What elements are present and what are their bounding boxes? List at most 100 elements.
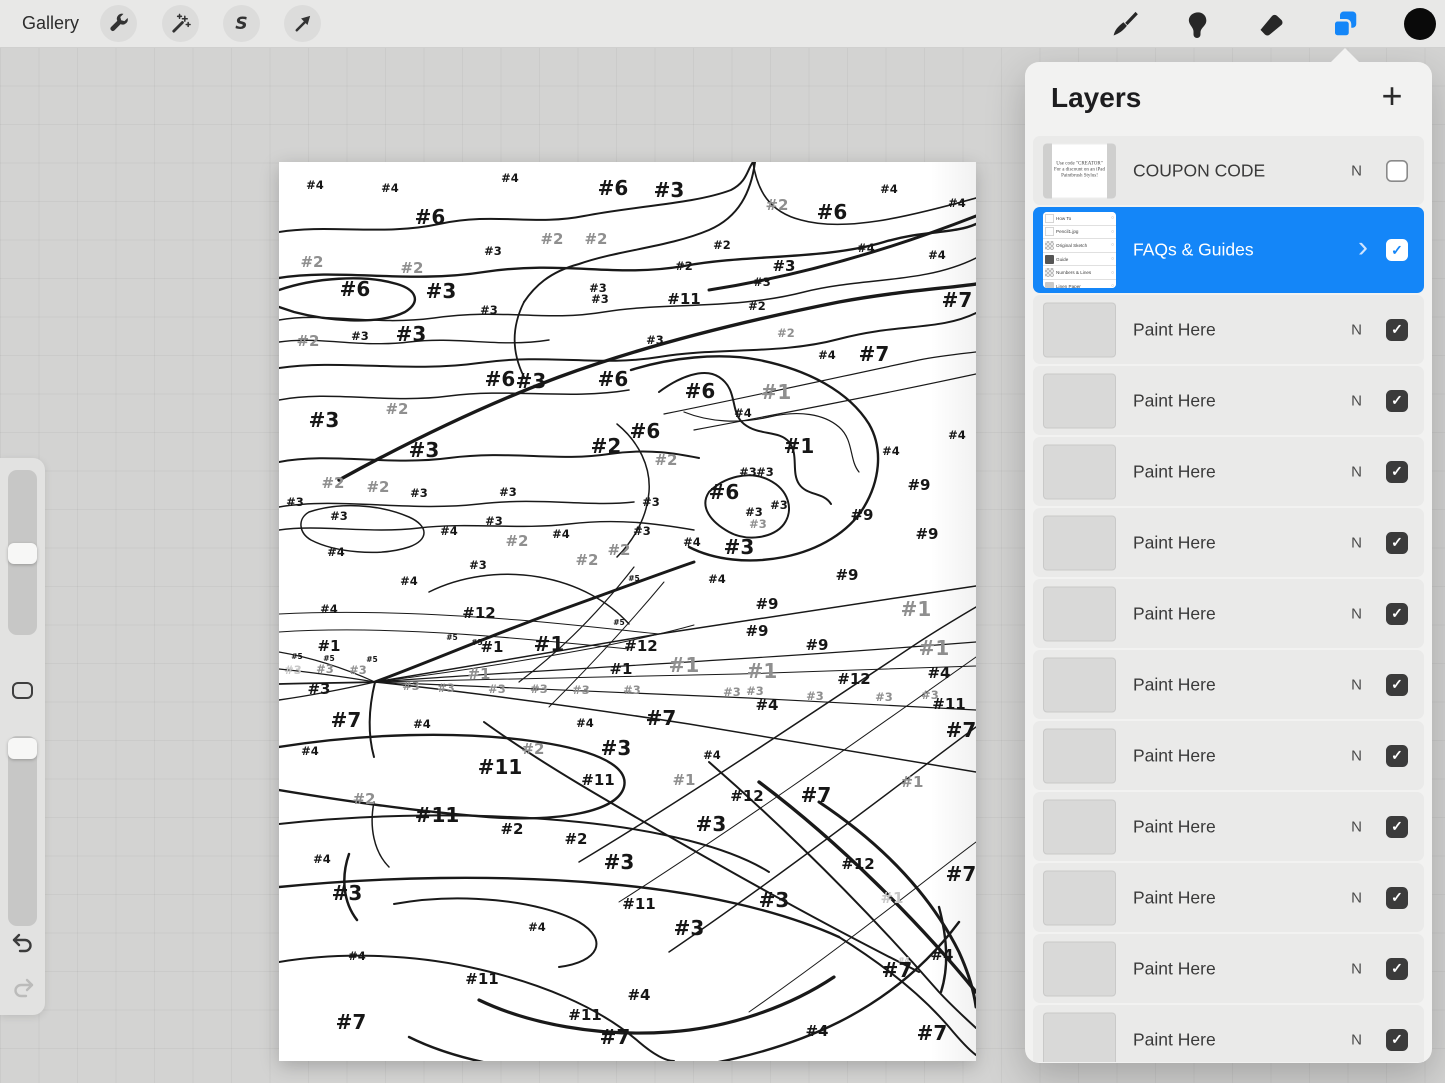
svg-text:#1: #1	[784, 434, 815, 458]
svg-text:#1: #1	[747, 659, 778, 683]
layer-visibility-checkbox[interactable]: ✓	[1386, 887, 1408, 909]
layer-row[interactable]: Paint Here N › ✓	[1033, 863, 1424, 932]
layer-name: Paint Here	[1133, 319, 1216, 340]
blend-mode-button[interactable]: N	[1347, 603, 1366, 624]
blend-mode-button[interactable]: N	[1347, 160, 1366, 181]
blend-mode-button[interactable]: N	[1347, 461, 1366, 482]
layer-row[interactable]: Paint Here N › ✓	[1033, 437, 1424, 506]
smudge-tool-button[interactable]	[1178, 5, 1216, 43]
layer-row[interactable]: Paint Here N › ✓	[1033, 366, 1424, 435]
svg-text:#3: #3	[756, 465, 774, 479]
layer-visibility-checkbox[interactable]: ✓	[1386, 461, 1408, 483]
blend-mode-button[interactable]: N	[1347, 816, 1366, 837]
svg-text:#1: #1	[480, 638, 503, 656]
blend-mode-button[interactable]: N	[1347, 390, 1366, 411]
svg-text:#3: #3	[749, 517, 767, 531]
actions-button[interactable]	[100, 5, 137, 42]
layer-visibility-checkbox[interactable]: ✓	[1386, 532, 1408, 554]
blend-mode-button[interactable]: N	[1347, 674, 1366, 695]
layer-visibility-checkbox[interactable]: ✓	[1386, 603, 1408, 625]
layer-row[interactable]: Paint Here N › ✓	[1033, 295, 1424, 364]
layer-thumbnail[interactable]	[1043, 728, 1116, 783]
layer-row[interactable]: Paint Here N › ✓	[1033, 934, 1424, 1003]
opacity-handle[interactable]	[8, 738, 37, 759]
layer-row[interactable]: Paint Here N › ✓	[1033, 508, 1424, 577]
svg-text:#2: #2	[584, 230, 607, 248]
layer-visibility-checkbox[interactable]: ✓	[1386, 239, 1408, 261]
svg-text:#3: #3	[469, 558, 487, 572]
brush-size-slider[interactable]	[8, 470, 37, 635]
blend-mode-button[interactable]: N	[1347, 958, 1366, 979]
undo-button[interactable]	[6, 927, 40, 959]
layer-thumbnail[interactable]	[1043, 941, 1116, 996]
layers-tool-button[interactable]	[1326, 5, 1364, 43]
svg-text:#3: #3	[875, 690, 893, 704]
layer-visibility-checkbox[interactable]: ✓	[1386, 160, 1408, 182]
svg-text:#4: #4	[552, 527, 570, 541]
layer-name: COUPON CODE	[1133, 160, 1265, 181]
layer-visibility-checkbox[interactable]: ✓	[1386, 390, 1408, 412]
svg-text:#2: #2	[591, 434, 622, 458]
svg-text:#2: #2	[777, 326, 795, 340]
redo-button[interactable]	[6, 972, 40, 1004]
blend-mode-button[interactable]: N	[1347, 319, 1366, 340]
blend-mode-button[interactable]: N	[1347, 532, 1366, 553]
layer-visibility-checkbox[interactable]: ✓	[1386, 745, 1408, 767]
blend-mode-button[interactable]: N	[1347, 1029, 1366, 1050]
layer-row[interactable]: Paint Here N › ✓	[1033, 1005, 1424, 1062]
layer-thumbnail[interactable]	[1043, 302, 1116, 357]
layer-row[interactable]: Paint Here N › ✓	[1033, 650, 1424, 719]
svg-text:#3: #3	[770, 498, 788, 512]
layer-visibility-checkbox[interactable]: ✓	[1386, 958, 1408, 980]
transform-button[interactable]	[284, 5, 321, 42]
layer-visibility-checkbox[interactable]: ✓	[1386, 319, 1408, 341]
svg-text:#4: #4	[948, 428, 966, 442]
procreate-app: Gallery S	[0, 0, 1445, 1083]
layer-thumbnail[interactable]	[1043, 444, 1116, 499]
svg-text:S: S	[235, 14, 247, 34]
layer-visibility-checkbox[interactable]: ✓	[1386, 816, 1408, 838]
svg-text:#3: #3	[723, 685, 741, 699]
layer-row[interactable]: How To○Pencil1.jpg○Original Sketch○Guide…	[1033, 207, 1424, 293]
paint-tool-button[interactable]	[1105, 5, 1143, 43]
layer-row[interactable]: Paint Here N › ✓	[1033, 792, 1424, 861]
brush-size-handle[interactable]	[8, 543, 37, 564]
svg-text:#3: #3	[499, 485, 517, 499]
layer-thumbnail[interactable]: How To○Pencil1.jpg○Original Sketch○Guide…	[1043, 212, 1116, 288]
layer-visibility-checkbox[interactable]: ✓	[1386, 674, 1408, 696]
svg-text:#7: #7	[917, 1021, 948, 1045]
eraser-icon	[1257, 10, 1285, 38]
blend-mode-button[interactable]: N	[1347, 745, 1366, 766]
svg-text:#3: #3	[396, 322, 427, 346]
modify-button[interactable]	[12, 682, 33, 699]
blend-mode-button[interactable]: N	[1347, 887, 1366, 908]
layer-row[interactable]: Paint Here N › ✓	[1033, 579, 1424, 648]
svg-text:#6: #6	[598, 367, 629, 391]
svg-text:#11: #11	[932, 695, 965, 713]
layer-thumbnail[interactable]: Use code "CREATOR" For a discount on an …	[1043, 143, 1116, 198]
opacity-slider[interactable]	[8, 736, 37, 926]
layer-thumbnail[interactable]	[1043, 799, 1116, 854]
svg-text:#3: #3	[753, 275, 771, 289]
selection-button[interactable]: S	[223, 5, 260, 42]
color-tool-button[interactable]	[1401, 5, 1439, 43]
layer-thumbnail[interactable]	[1043, 373, 1116, 428]
svg-text:#1: #1	[880, 889, 903, 907]
layer-thumbnail[interactable]	[1043, 657, 1116, 712]
layer-row[interactable]: Paint Here N › ✓	[1033, 721, 1424, 790]
artwork-canvas[interactable]: #4#4#4#6#3#2#6#4#4#6#2#2#2#3#2#4#3#3#4#2…	[279, 162, 976, 1061]
layer-row[interactable]: Use code "CREATOR" For a discount on an …	[1033, 136, 1424, 205]
gallery-button[interactable]: Gallery	[22, 0, 79, 47]
svg-text:#4: #4	[734, 406, 752, 420]
layer-thumbnail[interactable]	[1043, 586, 1116, 641]
layer-thumbnail[interactable]	[1043, 1012, 1116, 1062]
adjustments-button[interactable]	[162, 5, 199, 42]
svg-text:#2: #2	[675, 259, 693, 273]
layer-thumbnail[interactable]	[1043, 515, 1116, 570]
layer-name: Paint Here	[1133, 603, 1216, 624]
svg-text:#4: #4	[440, 524, 458, 538]
layer-thumbnail[interactable]	[1043, 870, 1116, 925]
add-layer-button[interactable]: +	[1374, 78, 1410, 114]
layer-visibility-checkbox[interactable]: ✓	[1386, 1029, 1408, 1051]
erase-tool-button[interactable]	[1252, 5, 1290, 43]
